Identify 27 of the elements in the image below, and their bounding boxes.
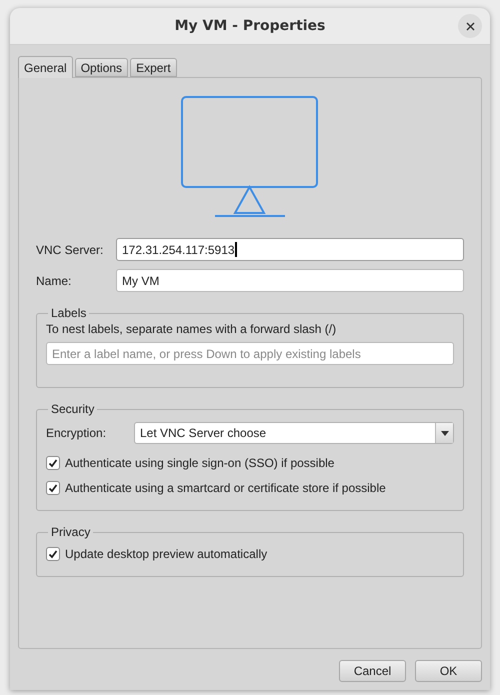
encryption-dropdown[interactable]: Let VNC Server choose — [134, 422, 454, 444]
tab[interactable]: Expert — [130, 58, 177, 77]
checkbox[interactable] — [46, 480, 60, 494]
text-field[interactable]: 172.31.254.117:5913 — [116, 238, 464, 261]
checkbox[interactable] — [46, 456, 60, 470]
group-title: Privacy — [50, 525, 92, 539]
tab[interactable]: Options — [74, 58, 128, 77]
checkbox-label: Authenticate using a smartcard or certificate store if possible — [65, 480, 386, 494]
label-input-field[interactable]: Enter a label name, or press Down to apply existing labels — [46, 342, 454, 365]
window-title: My VM - Properties — [174, 18, 326, 34]
hint-text: To nest labels, separate names with a forward slash (/) — [46, 322, 338, 336]
field-label: Name: — [36, 274, 72, 288]
tab[interactable]: General — [18, 56, 73, 78]
field-label: Encryption: — [46, 426, 108, 440]
field-label: VNC Server: — [36, 242, 104, 256]
checkbox-label: Update desktop preview automatically — [65, 546, 268, 560]
dialog-button[interactable]: Cancel — [339, 660, 406, 682]
close-button[interactable] — [458, 14, 482, 38]
close-icon — [466, 22, 474, 30]
checkbox[interactable] — [46, 546, 60, 560]
text-field[interactable]: My VM — [116, 269, 464, 292]
group-title: Security — [50, 402, 96, 416]
group-title: Labels — [50, 306, 88, 320]
monitor-icon — [181, 96, 319, 218]
checkbox-label: Authenticate using single sign-on (SSO) if possible — [65, 456, 334, 470]
dialog-button[interactable]: OK — [415, 660, 482, 682]
caret-icon — [440, 430, 448, 436]
